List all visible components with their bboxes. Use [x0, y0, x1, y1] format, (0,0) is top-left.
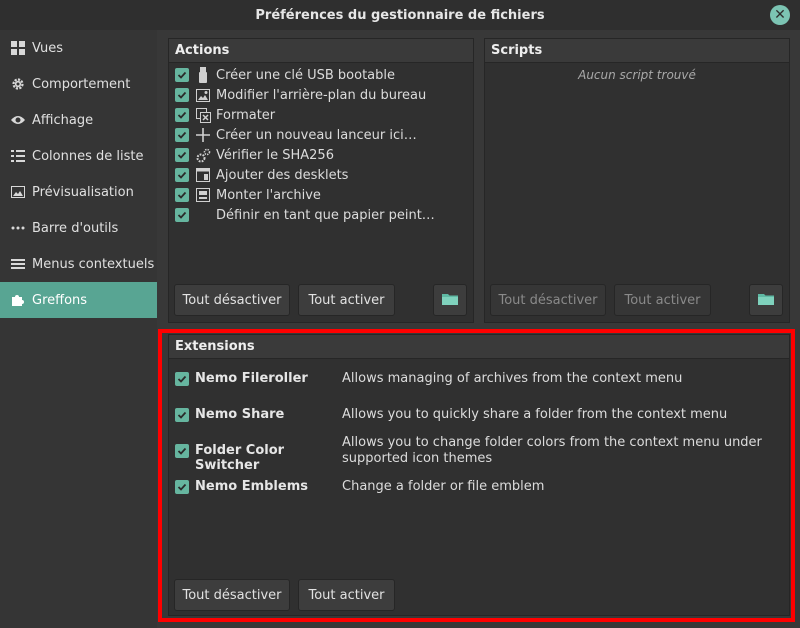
- list-item[interactable]: Ajouter des desklets: [169, 165, 473, 185]
- action-label: Monter l'archive: [216, 187, 321, 203]
- blank-icon: [195, 207, 211, 223]
- sidebar-item-label: Greffons: [32, 292, 88, 308]
- sidebar-item-menus-contextuels[interactable]: Menus contextuels: [0, 246, 157, 282]
- extension-name: Nemo Share: [195, 407, 285, 422]
- list-item[interactable]: Définir en tant que papier peint…: [169, 205, 473, 225]
- close-button[interactable]: ✕: [770, 5, 790, 25]
- extension-row[interactable]: Nemo Emblems Change a folder or file emb…: [175, 478, 785, 495]
- folder-icon: [442, 292, 458, 309]
- extension-description: Allows you to change folder colors from …: [342, 435, 762, 466]
- extension-row[interactable]: Folder Color Switcher Allows you to chan…: [175, 434, 785, 473]
- action-label: Formater: [216, 107, 276, 123]
- checkbox[interactable]: [175, 108, 189, 122]
- sidebar-item-label: Affichage: [32, 112, 94, 128]
- sidebar-item-colonnes[interactable]: Colonnes de liste: [0, 138, 157, 174]
- checkbox[interactable]: [175, 208, 189, 222]
- action-label: Créer un nouveau lanceur ici…: [216, 127, 417, 143]
- scripts-header: Scripts: [485, 39, 789, 63]
- sidebar-item-label: Barre d'outils: [32, 220, 119, 236]
- scripts-open-folder-button[interactable]: [749, 284, 783, 316]
- gear-icon: [10, 76, 26, 92]
- wallpaper-icon: [195, 87, 211, 103]
- sidebar-item-greffons[interactable]: Greffons: [0, 282, 157, 318]
- menu-icon: [10, 256, 26, 272]
- sidebar-item-label: Prévisualisation: [32, 184, 134, 200]
- list-item[interactable]: Monter l'archive: [169, 185, 473, 205]
- sidebar-item-comportement[interactable]: Comportement: [0, 66, 157, 102]
- extension-description: Change a folder or file emblem: [342, 479, 545, 494]
- list-item[interactable]: Créer un nouveau lanceur ici…: [169, 125, 473, 145]
- extension-name: Folder Color Switcher: [195, 443, 285, 473]
- sidebar-item-affichage[interactable]: Affichage: [0, 102, 157, 138]
- sidebar: Vues Comportement Affichage Colonnes de …: [0, 30, 157, 628]
- close-icon: ✕: [774, 7, 786, 23]
- checkbox[interactable]: [175, 444, 189, 458]
- sidebar-item-barre-outils[interactable]: Barre d'outils: [0, 210, 157, 246]
- checkbox[interactable]: [175, 408, 189, 422]
- actions-panel: Actions Créer une clé USB bootable Modif…: [168, 38, 474, 323]
- actions-list: Créer une clé USB bootable Modifier l'ar…: [169, 63, 473, 225]
- window-title: Préférences du gestionnaire de fichiers: [255, 7, 545, 23]
- checkbox[interactable]: [175, 188, 189, 202]
- checkbox[interactable]: [175, 372, 189, 386]
- folder-icon: [758, 292, 774, 309]
- checkbox[interactable]: [175, 148, 189, 162]
- extension-name: Nemo Fileroller: [195, 371, 308, 386]
- extension-name: Nemo Emblems: [195, 479, 308, 494]
- extensions-panel: Extensions Nemo Fileroller Allows managi…: [168, 334, 790, 616]
- plus-icon: [195, 127, 211, 143]
- checkbox[interactable]: [175, 88, 189, 102]
- actions-open-folder-button[interactable]: [433, 284, 467, 316]
- image-icon: [10, 184, 26, 200]
- actions-disable-all-button[interactable]: Tout désactiver: [174, 284, 290, 316]
- scripts-enable-all-button[interactable]: Tout activer: [614, 284, 711, 316]
- puzzle-icon: [10, 292, 26, 308]
- list-item[interactable]: Vérifier le SHA256: [169, 145, 473, 165]
- cog-icon: [195, 147, 211, 163]
- sidebar-item-label: Menus contextuels: [32, 256, 155, 272]
- checkbox[interactable]: [175, 480, 189, 494]
- extensions-header: Extensions: [169, 335, 789, 359]
- extensions-enable-all-button[interactable]: Tout activer: [298, 579, 395, 611]
- format-icon: [195, 107, 211, 123]
- grid-icon: [10, 40, 26, 56]
- checkbox[interactable]: [175, 128, 189, 142]
- action-label: Créer une clé USB bootable: [216, 67, 396, 83]
- actions-enable-all-button[interactable]: Tout activer: [298, 284, 395, 316]
- archive-icon: [195, 187, 211, 203]
- sidebar-item-label: Colonnes de liste: [32, 148, 144, 164]
- action-label: Ajouter des desklets: [216, 167, 349, 183]
- action-label: Définir en tant que papier peint…: [216, 207, 435, 223]
- list-item[interactable]: Créer une clé USB bootable: [169, 65, 473, 85]
- extensions-disable-all-button[interactable]: Tout désactiver: [174, 579, 290, 611]
- list-item[interactable]: Formater: [169, 105, 473, 125]
- extension-row[interactable]: Nemo Fileroller Allows managing of archi…: [175, 370, 785, 387]
- list-item[interactable]: Modifier l'arrière-plan du bureau: [169, 85, 473, 105]
- scripts-panel: Scripts Aucun script trouvé Tout désacti…: [484, 38, 790, 323]
- action-label: Modifier l'arrière-plan du bureau: [216, 87, 427, 103]
- sidebar-item-previsualisation[interactable]: Prévisualisation: [0, 174, 157, 210]
- actions-header: Actions: [169, 39, 473, 63]
- scripts-disable-all-button[interactable]: Tout désactiver: [490, 284, 606, 316]
- checkbox[interactable]: [175, 168, 189, 182]
- usb-icon: [195, 67, 211, 83]
- desklet-icon: [195, 167, 211, 183]
- dots-icon: [10, 220, 26, 236]
- title-bar: Préférences du gestionnaire de fichiers …: [0, 0, 800, 30]
- sidebar-item-label: Comportement: [32, 76, 131, 92]
- checkbox[interactable]: [175, 68, 189, 82]
- extension-description: Allows you to quickly share a folder fro…: [342, 407, 728, 422]
- extension-row[interactable]: Nemo Share Allows you to quickly share a…: [175, 406, 785, 423]
- eye-icon: [10, 112, 26, 128]
- scripts-empty-message: Aucun script trouvé: [578, 68, 696, 82]
- action-label: Vérifier le SHA256: [216, 147, 334, 163]
- sidebar-item-label: Vues: [32, 40, 64, 56]
- list-icon: [10, 148, 26, 164]
- sidebar-item-vues[interactable]: Vues: [0, 30, 157, 66]
- extension-description: Allows managing of archives from the con…: [342, 371, 683, 386]
